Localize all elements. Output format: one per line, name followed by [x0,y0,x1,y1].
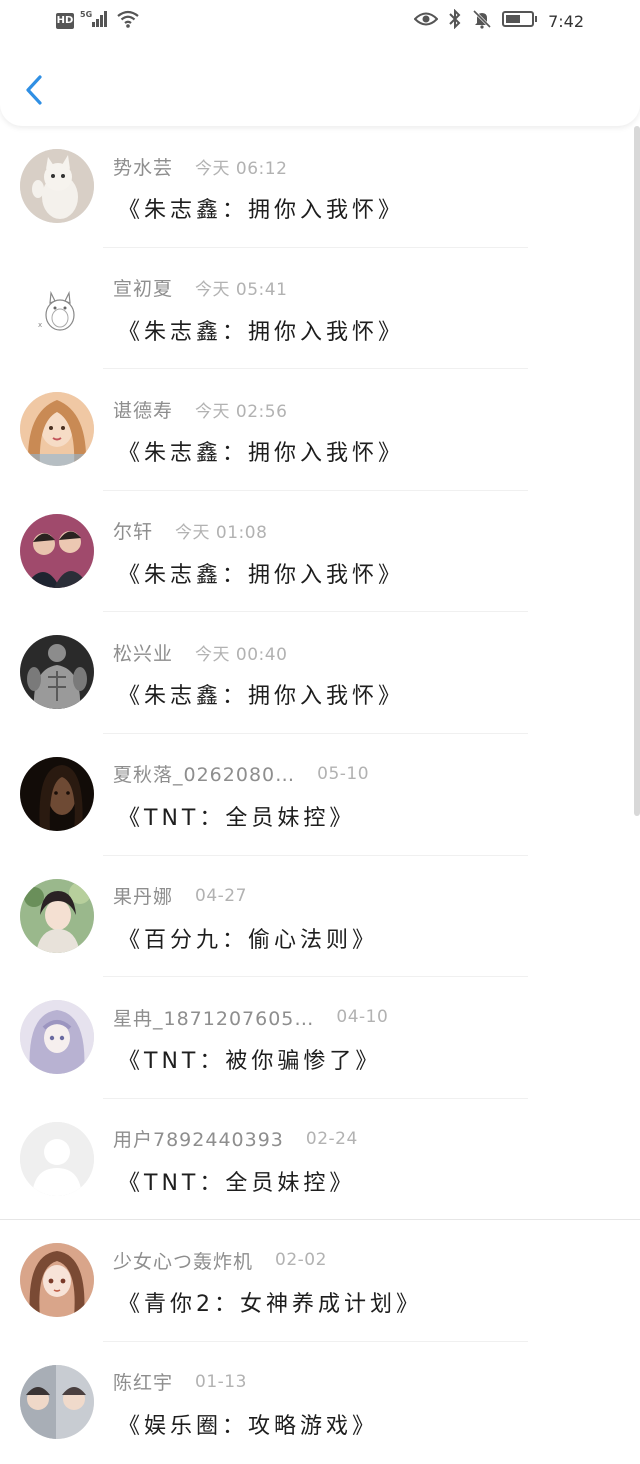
reader-name: 尔轩 [113,521,154,544]
reader-date: 02-02 [275,1250,327,1271]
book-title: 《朱志鑫：拥你入我怀》 [118,319,405,345]
signal-icon: 5G [80,9,110,33]
book-title: 《娱乐圈：攻略游戏》 [118,1413,379,1439]
status-time: 7:42 [548,11,584,31]
reader-name: 谌德寿 [113,399,174,422]
status-left: HD 5G [56,10,140,32]
book-title: 《百分九：偷心法则》 [118,927,379,953]
reader-name: 少女心つ轰炸机 [113,1250,254,1273]
reader-name: 松兴业 [113,642,174,665]
book-title: 《TNT：被你骗惨了》 [118,1049,382,1075]
list-item[interactable]: 夏秋落_0262080… 05-10 《TNT：全员妹控》 [0,734,640,856]
reader-name: 势水芸 [113,156,174,179]
list-item[interactable]: 尔轩 今天 01:08 《朱志鑫：拥你入我怀》 [0,491,640,613]
list-item[interactable]: 势水芸 今天 06:12 《朱志鑫：拥你入我怀》 [0,126,640,248]
svg-text:5G: 5G [80,10,92,19]
status-bar: HD 5G 7:42 [0,0,640,44]
list-item[interactable]: 果丹娜 04-27 《百分九：偷心法则》 [0,856,640,978]
book-title: 《朱志鑫：拥你入我怀》 [118,441,405,467]
avatar[interactable] [20,878,94,953]
reader-date: 今天 06:12 [195,158,288,179]
reader-date: 今天 00:40 [195,644,288,665]
reader-name: 陈红宇 [113,1372,174,1395]
scrollbar[interactable] [634,126,640,816]
reader-name: 夏秋落_0262080… [113,764,296,787]
book-title: 《青你2：女神养成计划》 [118,1292,422,1318]
battery-icon [502,10,538,32]
list-item[interactable]: 陈红宇 01-13 《娱乐圈：攻略游戏》 [0,1342,640,1464]
hd-badge: HD [56,13,74,29]
reader-date: 04-10 [336,1007,389,1028]
bluetooth-icon [448,8,462,33]
reader-name: 果丹娜 [113,886,174,909]
eye-icon [413,10,439,32]
reader-date: 今天 05:41 [195,280,288,301]
list-item[interactable]: x 宣初夏 今天 05:41 《朱志鑫：拥你入我怀》 [0,248,640,370]
avatar[interactable] [20,756,94,831]
avatar[interactable] [20,1121,94,1196]
avatar[interactable]: x [20,270,94,345]
avatar[interactable] [20,1364,94,1439]
reader-list: 势水芸 今天 06:12 《朱志鑫：拥你入我怀》 x 宣初夏 今天 05:41 《朱… [0,126,640,1464]
list-item[interactable]: 星冉_1871207605… 04-10 《TNT：被你骗惨了》 [0,977,640,1099]
wifi-icon [116,9,140,33]
reader-date: 今天 01:08 [175,523,268,544]
svg-text:x: x [38,321,42,329]
list-item[interactable]: 少女心つ轰炸机 02-02 《青你2：女神养成计划》 [0,1220,640,1342]
list-item[interactable]: 谌德寿 今天 02:56 《朱志鑫：拥你入我怀》 [0,369,640,491]
book-title: 《朱志鑫：拥你入我怀》 [118,562,405,588]
back-button[interactable] [18,70,50,110]
reader-date: 今天 02:56 [195,401,288,422]
reader-date: 02-24 [305,1128,358,1149]
chevron-left-icon [26,75,42,105]
avatar[interactable] [20,392,94,467]
list-item[interactable]: 用户7892440393 02-24 《TNT：全员妹控》 [0,1099,640,1221]
avatar[interactable] [20,635,94,710]
book-title: 《朱志鑫：拥你入我怀》 [118,198,405,223]
reader-name: 用户7892440393 [113,1129,284,1152]
status-right: 7:42 [413,8,584,33]
reader-name: 宣初夏 [113,278,174,301]
avatar[interactable] [20,513,94,588]
avatar[interactable] [20,1000,94,1075]
reader-date: 05-10 [317,763,370,784]
reader-date: 04-27 [195,885,247,906]
reader-date: 01-13 [195,1371,247,1392]
avatar[interactable] [20,1243,94,1318]
book-title: 《TNT：全员妹控》 [118,1170,356,1196]
avatar[interactable] [20,149,94,223]
mute-bell-icon [472,9,492,33]
top-bar [0,44,640,126]
reader-name: 星冉_1871207605… [113,1007,315,1030]
list-item[interactable]: 松兴业 今天 00:40 《朱志鑫：拥你入我怀》 [0,612,640,734]
book-title: 《TNT：全员妹控》 [118,805,356,831]
book-title: 《朱志鑫：拥你入我怀》 [118,684,405,710]
